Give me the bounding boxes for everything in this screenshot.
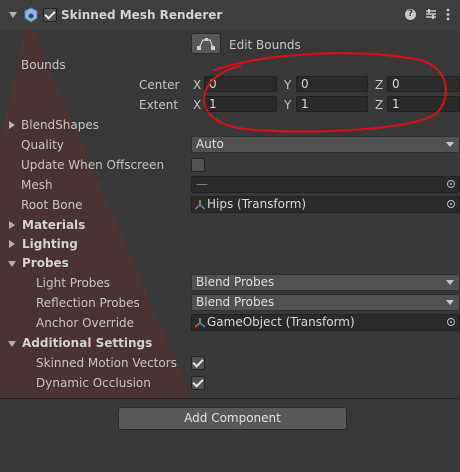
mesh-field[interactable]: — — [191, 176, 460, 193]
dynamic-occlusion-checkbox[interactable] — [191, 376, 205, 390]
blendshapes-foldout-arrow[interactable] — [9, 121, 15, 129]
chevron-down-icon — [446, 300, 454, 305]
update-offscreen-label: Update When Offscreen — [21, 158, 165, 172]
add-component-label: Add Component — [184, 411, 281, 425]
additional-foldout-arrow[interactable] — [8, 341, 16, 347]
anchor-override-label: Anchor Override — [36, 316, 135, 330]
additional-settings-section[interactable]: Additional Settings — [22, 335, 152, 351]
lighting-section[interactable]: Lighting — [22, 236, 78, 252]
root-bone-field[interactable]: Hips (Transform) — [191, 196, 460, 213]
lighting-foldout-arrow[interactable] — [9, 240, 15, 248]
update-offscreen-checkbox[interactable] — [191, 158, 205, 172]
materials-section[interactable]: Materials — [22, 217, 85, 233]
light-probes-label: Light Probes — [36, 276, 111, 290]
chevron-down-icon — [446, 142, 454, 147]
probes-foldout-arrow[interactable] — [8, 261, 16, 267]
transform-icon — [195, 318, 205, 328]
transform-icon — [195, 200, 205, 210]
quality-label: Quality — [21, 138, 64, 152]
object-picker-icon[interactable] — [447, 200, 455, 208]
root-bone-label: Root Bone — [21, 198, 83, 212]
add-component-button[interactable]: Add Component — [118, 407, 347, 430]
dynamic-occlusion-label: Dynamic Occlusion — [36, 376, 151, 390]
object-picker-icon[interactable] — [447, 180, 455, 188]
reflection-probes-dropdown[interactable]: Blend Probes — [191, 294, 460, 311]
blendshapes-label[interactable]: BlendShapes — [21, 117, 99, 133]
chevron-down-icon — [446, 280, 454, 285]
quality-dropdown[interactable]: Auto — [191, 136, 460, 153]
light-probes-dropdown[interactable]: Blend Probes — [191, 274, 460, 291]
materials-foldout-arrow[interactable] — [9, 221, 15, 229]
reflection-probes-label: Reflection Probes — [36, 296, 140, 310]
probes-section[interactable]: Probes — [22, 255, 69, 271]
skinned-motion-vectors-checkbox[interactable] — [191, 356, 205, 370]
anchor-override-field[interactable]: GameObject (Transform) — [191, 314, 460, 331]
skinned-motion-vectors-label: Skinned Motion Vectors — [36, 356, 177, 370]
mesh-label: Mesh — [21, 178, 53, 192]
inspector-divider — [0, 398, 460, 399]
object-picker-icon[interactable] — [447, 318, 455, 326]
